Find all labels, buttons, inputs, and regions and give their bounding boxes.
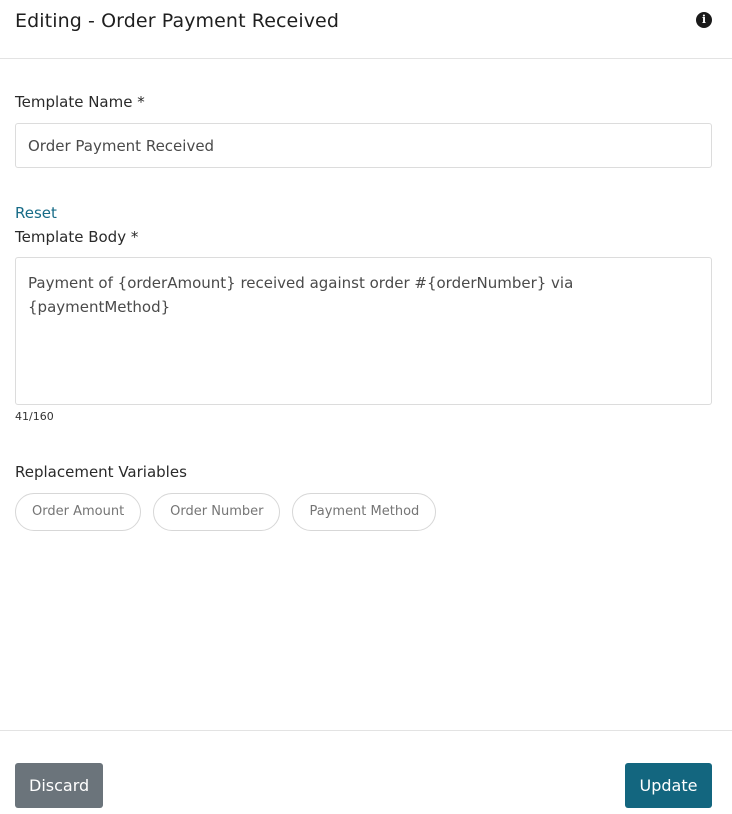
chip-payment-method[interactable]: Payment Method [292,493,437,531]
chip-order-number[interactable]: Order Number [153,493,281,531]
template-name-label: Template Name * [15,93,145,111]
edit-template-modal: Editing - Order Payment Received i Templ… [0,0,732,814]
replacement-variables-label: Replacement Variables [15,463,187,481]
info-icon[interactable]: i [696,12,712,28]
reset-link[interactable]: Reset [15,203,57,223]
chip-order-amount[interactable]: Order Amount [15,493,142,531]
replacement-variable-chips: Order Amount Order Number Payment Method [15,493,437,531]
discard-button[interactable]: Discard [15,763,103,808]
modal-header: Editing - Order Payment Received i [0,0,732,59]
template-name-input[interactable] [15,123,712,168]
template-body-label: Template Body * [15,228,139,246]
modal-footer: Discard Update [0,730,732,814]
update-button[interactable]: Update [625,763,712,808]
character-counter: 41/160 [15,410,54,423]
modal-title: Editing - Order Payment Received [15,10,340,32]
template-body-textarea[interactable]: Payment of {orderAmount} received agains… [15,257,712,405]
